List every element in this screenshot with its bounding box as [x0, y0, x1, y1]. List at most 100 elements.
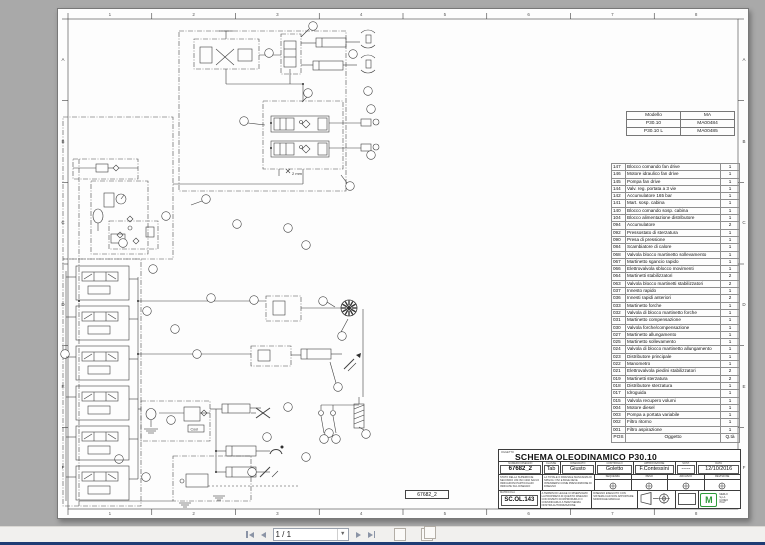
parts-row: 084Scambiatore di calore1 — [612, 244, 740, 251]
balloon-ref — [284, 224, 293, 233]
single-page-layout-button[interactable] — [394, 528, 406, 541]
viewer-canvas: 2 mm Cool 1122334455667788AABBCCDDEEFF M… — [0, 0, 765, 527]
balloon-ref — [265, 49, 274, 58]
frame-num-bottom: 6 — [524, 511, 534, 516]
balloon-ref — [346, 182, 355, 191]
frame-num-top: 3 — [272, 12, 282, 17]
previous-page-icon — [261, 532, 266, 538]
balloon-ref — [119, 239, 128, 248]
balloon-ref — [334, 383, 343, 392]
schematic-assembly-boxes — [63, 31, 346, 506]
parts-row: 145Pompa fan drive1 — [612, 178, 740, 185]
balloon-ref — [362, 430, 371, 439]
frame-num-top: 7 — [607, 12, 617, 17]
frame-letter-left: F — [59, 465, 67, 470]
field-5: SOST.----- — [676, 462, 698, 475]
model-row: ModelloMA — [627, 112, 735, 120]
balloon-ref — [143, 307, 152, 316]
manufacturer-cell: M MERLOS.p.A.CUNEOITALY — [699, 491, 740, 508]
page-number-input[interactable]: 1 / 1 ▼ — [273, 528, 349, 541]
parts-row: 094Accumulatore2 — [612, 222, 740, 229]
parts-row: 032Valvola di blocco martinetto forche1 — [612, 309, 740, 316]
balloon-ref — [364, 87, 373, 96]
balloon-ref — [240, 117, 249, 126]
col-qty: Q.tà — [721, 433, 740, 442]
previous-page-button[interactable] — [261, 532, 266, 538]
frame-letter-left: D — [59, 302, 67, 307]
frame-num-bottom: 7 — [607, 511, 617, 516]
parts-row: 004Motore diesel1 — [612, 404, 740, 411]
balloon-ref — [367, 151, 376, 160]
frame-num-bottom: 4 — [356, 511, 366, 516]
frame-num-bottom: 1 — [105, 511, 115, 516]
facing-pages-layout-button[interactable] — [421, 528, 433, 541]
col-pos: POS — [612, 433, 626, 442]
parts-row: 140Blocco comando sosp. cabina1 — [612, 207, 740, 214]
last-page-button[interactable] — [368, 531, 376, 538]
parts-list-header-row: POS Oggetto Q.tà — [612, 433, 740, 442]
frame-num-top: 6 — [524, 12, 534, 17]
stamp-icon — [718, 482, 726, 490]
projection-icon — [638, 491, 674, 506]
parts-row: 017Idroguida1 — [612, 390, 740, 397]
parts-row: 002Filtro ritorno1 — [612, 419, 740, 426]
parts-row: 019Martinetti sterzatura2 — [612, 375, 740, 382]
balloon-ref — [162, 212, 171, 221]
drawing-number-box: 67682_2 — [405, 490, 449, 499]
col-oggetto: Oggetto — [626, 433, 721, 442]
parts-row: 018Distributore sterzatura1 — [612, 382, 740, 389]
parts-row: 022Manometro1 — [612, 361, 740, 368]
parts-row: 104Blocco alimentazione distributore1 — [612, 215, 740, 222]
balloon-ref — [304, 89, 313, 98]
balloon-ref — [319, 297, 328, 306]
distributor-stack — [66, 266, 138, 500]
projection-symbol-cell — [638, 491, 676, 508]
frame-num-bottom: 8 — [691, 511, 701, 516]
frame-num-top: 5 — [440, 12, 450, 17]
approval-col: ARCHIVIO — [668, 475, 705, 490]
next-page-button[interactable] — [356, 532, 361, 538]
balloon-ref — [167, 416, 176, 425]
fan-icon — [341, 300, 357, 316]
model-table: ModelloMAP30.10MA00484P30.10 LMA00485 — [626, 111, 735, 136]
viewer-toolbar: 1 / 1 ▼ — [0, 526, 765, 542]
first-page-button[interactable] — [246, 531, 254, 538]
parts-row: 023Distributore principale1 — [612, 353, 740, 360]
parts-row: 027Martinetto allungamento1 — [612, 331, 740, 338]
approval-col: SEQUENZA — [595, 475, 632, 490]
balloon-ref — [115, 455, 124, 464]
parts-row: 090Presa di pressione1 — [612, 236, 740, 243]
last-page-icon — [368, 532, 373, 538]
stamp-icon — [682, 482, 690, 490]
model-row: P30.10MA00484 — [627, 120, 735, 128]
balloon-ref — [367, 105, 376, 114]
chevron-down-icon[interactable]: ▼ — [337, 529, 345, 540]
frame-letter-right: B — [740, 139, 748, 144]
title-fields-row: NUMERO DISEGNO67682_2CLASSETabDISEGNATOG… — [499, 462, 740, 476]
parts-row: 146Motore idraulico fan drive1 — [612, 171, 740, 178]
frame-letter-right: E — [740, 384, 748, 389]
spare-cell — [676, 491, 700, 508]
parts-list-table: 147Blocco comando fan drive1146Motore id… — [611, 163, 740, 443]
frame-letter-right: F — [740, 465, 748, 470]
matricola-label: MATRICOLA — [499, 491, 540, 494]
next-page-icon — [356, 532, 361, 538]
parts-row: 001Filtro aspirazione1 — [612, 426, 740, 433]
parts-row: 066Elettrovalvola sblocco movimenti1 — [612, 266, 740, 273]
stamp-icon — [609, 482, 617, 490]
manufacturer-logo: M — [700, 493, 717, 507]
manufacturer-address: MERLOS.p.A.CUNEOITALY — [719, 494, 728, 505]
gap-label: 2 mm — [292, 171, 303, 176]
parts-row: 036Innesti rapidi anteriori2 — [612, 295, 740, 302]
parts-row: 021Elettrovalvola piedini stabilizzatori… — [612, 368, 740, 375]
field-3: CONTROLLOGoletto — [596, 462, 634, 475]
frame-num-bottom: 2 — [189, 511, 199, 516]
parts-row: 063Valvola blocco martinetti stabilizzat… — [612, 280, 740, 287]
parts-row: 015Valvola recupero volumi1 — [612, 397, 740, 404]
title-block: OGGETTO SCHEMA OLEODINAMICO P30.10 NUMER… — [498, 449, 741, 509]
balloon-ref — [193, 350, 202, 359]
parts-row: 067Martinetto sgancio rapido1 — [612, 258, 740, 265]
parts-row: 031Martinetto compensazione1 — [612, 317, 740, 324]
field-6: DATA12/10/2016 — [697, 462, 740, 475]
balloon-ref — [248, 468, 257, 477]
